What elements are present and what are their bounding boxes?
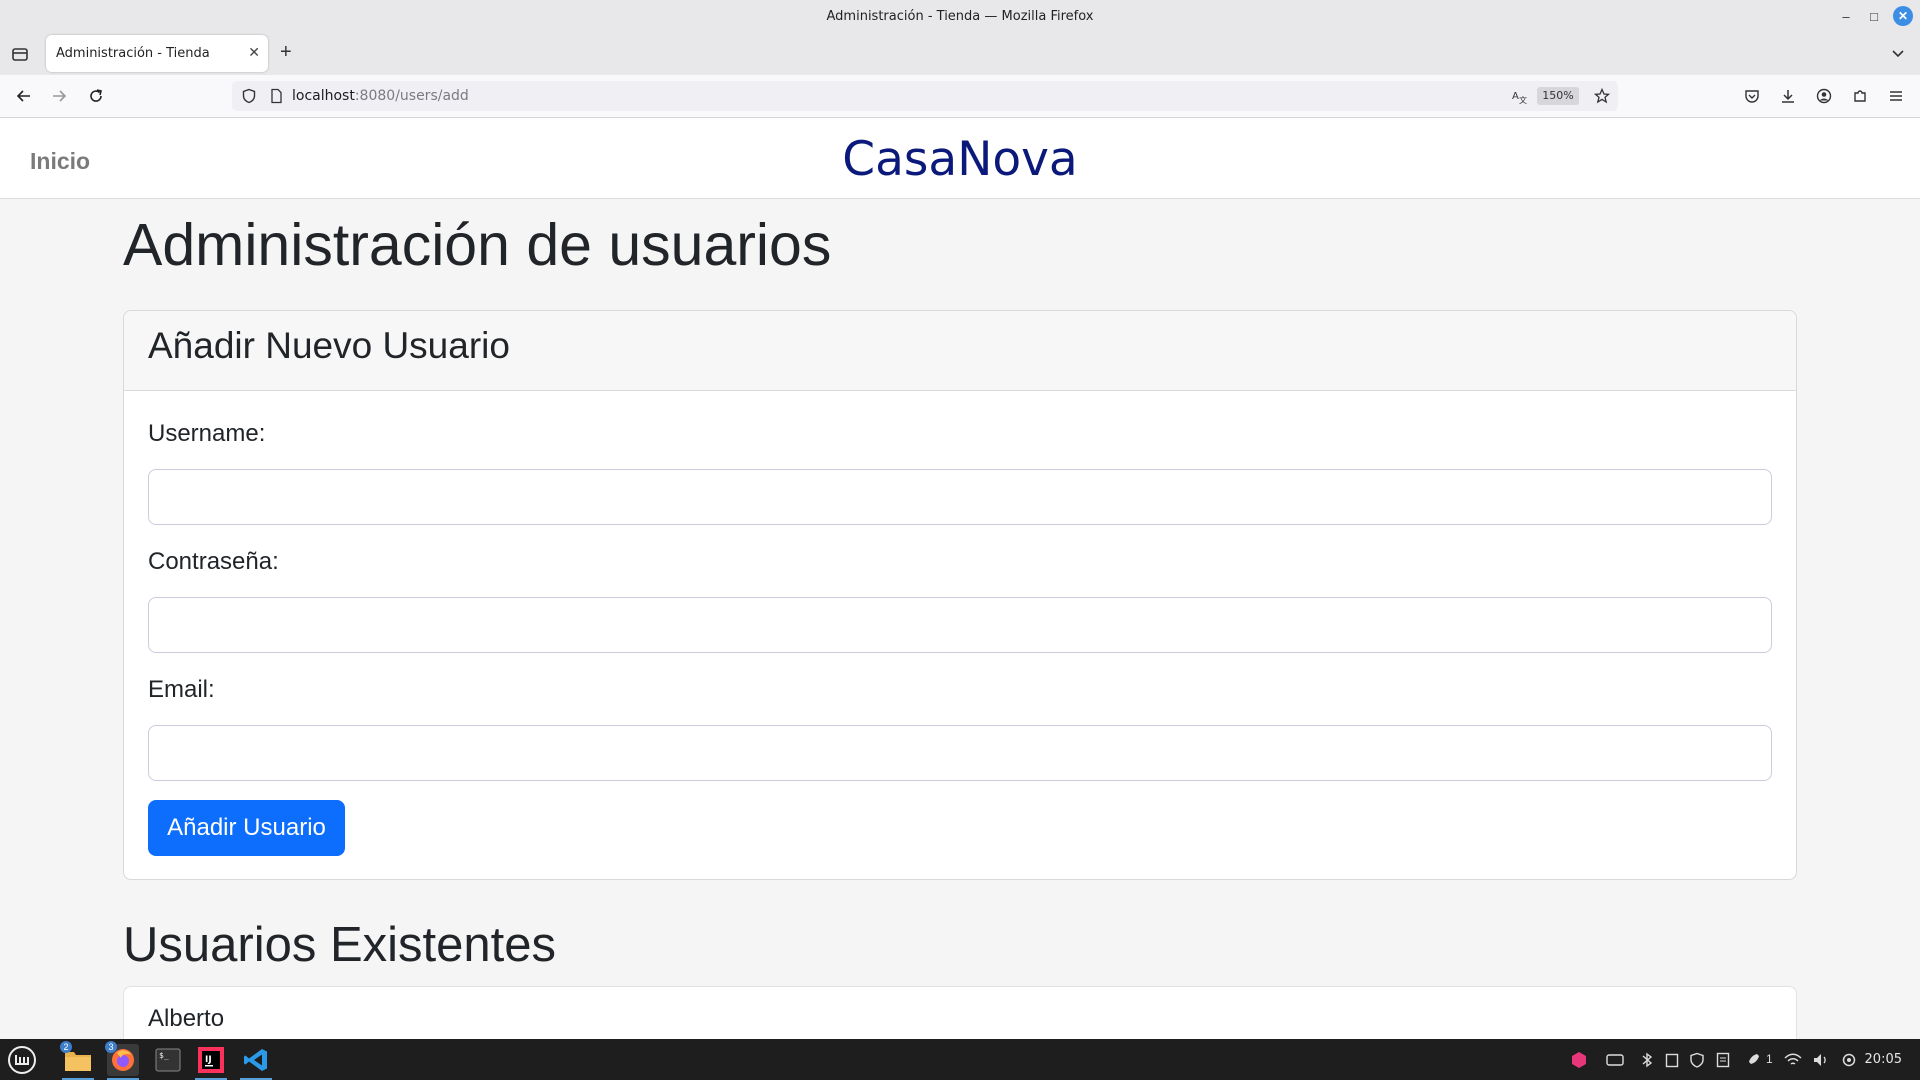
taskbar: 2 3 $_ IJ 1 20:05 [0,1039,1920,1080]
page-info-icon[interactable] [268,88,284,104]
url-bar[interactable]: localhost:8080/users/add A文 150% [232,81,1618,111]
files-badge: 2 [60,1041,72,1053]
existing-users-heading: Usuarios Existentes [123,918,557,972]
card-title: Añadir Nuevo Usuario [148,325,510,366]
site-brand[interactable]: CasaNova [0,132,1920,187]
taskbar-clock[interactable]: 20:05 [1865,1052,1902,1067]
email-input[interactable] [148,725,1772,781]
email-label: Email: [148,676,215,703]
navigation-toolbar: localhost:8080/users/add A文 150% [0,75,1920,118]
email-group: Email: [148,676,1772,781]
window-close-button[interactable]: ✕ [1893,6,1913,26]
username-input[interactable] [148,469,1772,525]
new-tab-button[interactable]: + [280,42,292,62]
tray-notes-icon[interactable] [1714,1051,1732,1069]
forward-arrow-icon [53,90,67,102]
notes-icon [1716,1052,1730,1068]
drive-icon [1606,1054,1624,1066]
zoom-level-button[interactable]: 150% [1537,87,1579,105]
volume-icon [1814,1054,1826,1066]
reload-button[interactable] [86,86,106,106]
taskbar-vscode[interactable] [240,1044,272,1080]
tray-settings-icon[interactable] [1840,1051,1858,1069]
settings-icon [1842,1053,1856,1067]
svg-text:$_: $_ [159,1051,169,1060]
tracking-protection-icon[interactable] [241,88,257,104]
extensions-button[interactable] [1850,86,1870,106]
password-group: Contraseña: [148,548,1772,653]
site-header: Inicio CasaNova [0,118,1920,199]
mint-logo-icon [8,1046,36,1074]
rocket-icon [1749,1054,1759,1064]
translate-icon[interactable]: A文 [1511,88,1527,104]
tray-counter: 1 [1766,1052,1773,1066]
tray-drive-icon[interactable] [1606,1051,1624,1069]
tray-bluetooth-icon[interactable] [1638,1051,1656,1069]
pocket-icon [1745,90,1759,103]
hexagon-app-icon [1572,1052,1586,1068]
account-button[interactable] [1814,86,1834,106]
wifi-icon [1784,1053,1802,1065]
downloads-button[interactable] [1778,86,1798,106]
taskbar-intellij[interactable]: IJ [195,1044,227,1080]
add-user-button[interactable]: Añadir Usuario [148,800,345,856]
tray-updates-icon[interactable] [1744,1051,1762,1069]
account-icon [1816,88,1832,104]
tab-title: Administración - Tienda [56,46,210,61]
download-icon [1782,90,1794,103]
tab-active[interactable]: Administración - Tienda ✕ [46,35,268,72]
terminal-icon: $_ [155,1048,181,1072]
list-item[interactable]: Alberto [124,987,1796,1046]
intellij-icon: IJ [198,1047,224,1073]
svg-text:A: A [1512,91,1519,102]
taskbar-firefox[interactable]: 3 [105,1041,139,1080]
back-arrow-icon [16,90,30,102]
taskbar-files[interactable]: 2 [60,1041,94,1080]
card-header: Añadir Nuevo Usuario [124,311,1796,391]
maximize-button[interactable]: □ [1864,6,1884,26]
minimize-button[interactable]: – [1836,6,1856,26]
shield-icon [1690,1052,1704,1068]
firefox-badge: 3 [105,1041,117,1053]
menu-button[interactable] [1886,86,1906,106]
window-titlebar: Administración - Tienda — Mozilla Firefo… [0,0,1920,33]
username-label: Username: [148,420,266,447]
hamburger-icon [1890,91,1902,101]
reload-icon [90,89,102,102]
user-list: Alberto [123,986,1797,1046]
vscode-icon [244,1049,267,1071]
tab-close-icon[interactable]: ✕ [248,44,260,61]
tray-volume-icon[interactable] [1812,1051,1830,1069]
tray-shield-icon[interactable] [1688,1051,1706,1069]
forward-button[interactable] [49,86,69,106]
back-button[interactable] [14,86,34,106]
svg-text:IJ: IJ [205,1055,212,1065]
start-menu-button[interactable] [6,1044,38,1076]
taskbar-terminal[interactable]: $_ [152,1044,184,1076]
list-all-tabs-icon[interactable] [1890,45,1906,61]
tray-network-icon[interactable] [1784,1051,1802,1069]
password-label: Contraseña: [148,548,279,575]
url-text[interactable]: localhost:8080/users/add [292,88,469,104]
tab-strip: Administración - Tienda ✕ + [0,33,1920,75]
pocket-button[interactable] [1742,86,1762,106]
url-host: localhost [292,88,355,104]
window-title: Administración - Tienda — Mozilla Firefo… [826,9,1094,24]
clipboard-icon [1665,1053,1679,1068]
bluetooth-icon [1642,1052,1653,1068]
puzzle-icon [1854,90,1866,102]
password-input[interactable] [148,597,1772,653]
add-user-card: Añadir Nuevo Usuario Username: Contraseñ… [123,310,1797,880]
tray-app-icon[interactable] [1570,1051,1588,1069]
username-group: Username: [148,420,1772,525]
page-title: Administración de usuarios [123,212,832,278]
bookmark-star-icon[interactable] [1594,88,1610,104]
firefox-view-icon[interactable] [10,44,30,64]
tray-clipboard-icon[interactable] [1663,1051,1681,1069]
url-path: :8080/users/add [354,88,469,104]
svg-text:文: 文 [1519,95,1527,104]
